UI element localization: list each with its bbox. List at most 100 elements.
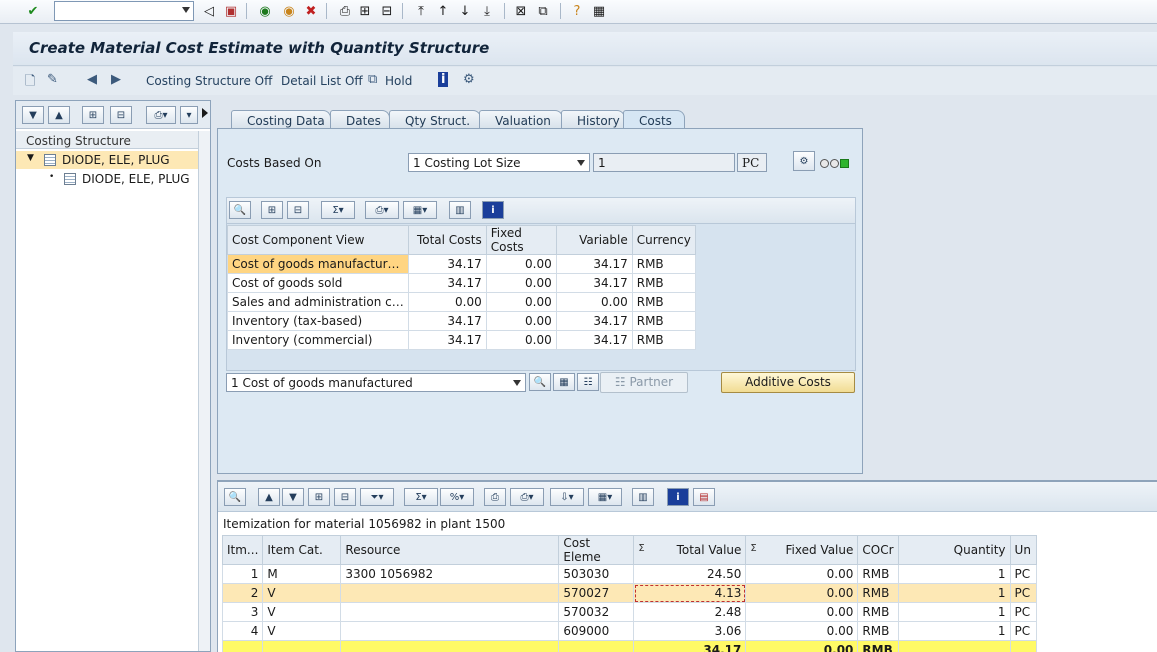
display-change-icon[interactable]: ✎ [47,72,58,87]
previous-page-icon[interactable]: ↑ [434,2,452,20]
tab-costs[interactable]: Costs [623,110,685,129]
menu-icon[interactable]: ▾ [180,106,198,124]
table-cell[interactable]: RMB [631,292,696,312]
back-arrow-icon[interactable]: ◁ [200,2,218,20]
table-cell[interactable]: 1 [897,583,1011,603]
table-cell[interactable]: 3.06 [633,621,747,641]
table-cell[interactable]: PC [1009,602,1037,622]
details-icon[interactable]: 🔍 [224,488,246,506]
table-cell[interactable]: 24.50 [633,564,747,584]
table-cell[interactable]: 1 [897,602,1011,622]
table-cell[interactable]: 2.48 [633,602,747,622]
table-cell[interactable]: 34.17 [555,311,633,331]
details-icon[interactable]: 🔍 [529,373,551,391]
vertical-scrollbar[interactable] [198,131,210,651]
column-header[interactable]: Fixed Costs [485,225,557,255]
new-session-icon[interactable]: ⊠ [512,2,530,20]
costs-based-on-select[interactable]: 1 Costing Lot Size [408,153,590,172]
table-cell[interactable]: Inventory (tax-based) [227,311,409,331]
column-header[interactable]: Resource [340,535,560,565]
sort-ascending-icon[interactable]: ▲ [258,488,280,506]
filter-icon[interactable]: ⏷▾ [360,488,394,506]
detail-list-off-button[interactable]: Detail List Off [281,74,363,88]
table-cell[interactable]: 570027 [558,583,635,603]
back-icon[interactable]: ◉ [256,2,274,20]
table-cell[interactable]: 503030 [558,564,635,584]
tab-costing-data[interactable]: Costing Data [231,110,331,129]
cancel-icon[interactable]: ✖ [302,2,320,20]
table-row[interactable]: Cost of goods sold 34.17 0.00 34.17 RMB [227,273,696,293]
table-cell[interactable]: 0.00 [407,292,487,312]
next-icon[interactable]: ▶ [111,72,121,87]
table-cell[interactable]: RMB [857,621,899,641]
currency-total-cell[interactable]: RMB [857,640,899,652]
column-header[interactable]: Cost Component View [227,225,409,255]
additive-costs-button[interactable]: Additive Costs [721,372,855,393]
table-cell[interactable]: RMB [631,311,696,331]
tab-valuation[interactable]: Valuation [479,110,563,129]
table-cell[interactable]: 2 [221,583,264,603]
previous-icon[interactable]: ◀ [87,72,97,87]
table-row[interactable]: 1 M 3300 1056982 503030 24.50 0.00 RMB 1… [221,564,1037,584]
column-header[interactable]: COCr [857,535,899,565]
table-cell[interactable]: 3300 1056982 [340,564,560,584]
export-icon[interactable]: ▦▾ [403,201,437,219]
find-icon[interactable]: ⊞ [308,488,330,506]
table-cell[interactable]: RMB [857,583,899,603]
column-header[interactable]: Item Cat. [262,535,342,565]
find-icon[interactable]: ⊞ [261,201,283,219]
tab-history[interactable]: History [561,110,625,129]
find-next-icon[interactable]: ⊟ [378,2,396,20]
column-header[interactable]: Σ Fixed Value [745,535,859,565]
subtotal-icon[interactable]: %▾ [440,488,474,506]
table-cell[interactable]: PC [1009,564,1037,584]
find-next-icon[interactable]: ⊟ [334,488,356,506]
table-row[interactable]: 3 V 570032 2.48 0.00 RMB 1 PC [221,602,1037,622]
find-icon[interactable]: ⊞ [356,2,374,20]
total-value-cell[interactable]: 34.17 [633,640,747,652]
next-page-icon[interactable]: ↓ [456,2,474,20]
chevron-down-icon[interactable] [577,160,585,166]
table-cell[interactable]: 4 [221,621,264,641]
scroll-right-icon[interactable] [202,108,208,118]
info-icon[interactable]: i [438,72,449,87]
table-cell[interactable]: 0.00 [555,292,633,312]
table-cell[interactable] [340,621,560,641]
hold-icon[interactable]: ⧉ [368,72,377,87]
table-cell[interactable]: RMB [857,602,899,622]
table-cell[interactable]: RMB [631,254,696,274]
info-icon[interactable]: i [667,488,689,506]
table-cell[interactable]: 0.00 [485,254,557,274]
table-cell[interactable]: 0.00 [745,602,859,622]
table-cell[interactable]: Sales and administration c… [227,292,409,312]
hierarchy-icon[interactable]: ☷ [577,373,599,391]
table-total-row[interactable]: 34.17 0.00 RMB [221,640,1037,652]
table-cell[interactable]: 1 [897,564,1011,584]
table-cell[interactable]: PC [1009,621,1037,641]
costing-structure-off-button[interactable]: Costing Structure Off [146,74,272,88]
tree-node-child[interactable]: • DIODE, ELE, PLUG [16,170,198,188]
table-cell[interactable]: RMB [631,273,696,293]
settings-icon[interactable]: ⚙ [793,151,815,171]
column-header[interactable]: Variable [555,225,633,255]
table-cell[interactable]: PC [1009,583,1037,603]
table-cell[interactable]: 0.00 [485,273,557,293]
enter-icon[interactable]: ✔ [24,2,42,20]
table-cell[interactable]: RMB [631,330,696,350]
help-icon[interactable]: ? [568,2,586,20]
table-cell[interactable]: 34.17 [407,254,487,274]
last-page-icon[interactable]: ⤓ [478,2,496,20]
hold-button[interactable]: Hold [385,74,412,88]
graphic-icon[interactable]: ▥ [632,488,654,506]
table-cell[interactable]: V [262,621,342,641]
expand-all-icon[interactable]: ▼ [22,106,44,124]
table-cell[interactable]: 1 [221,564,264,584]
table-row[interactable]: 4 V 609000 3.06 0.00 RMB 1 PC [221,621,1037,641]
fixed-value-total-cell[interactable]: 0.00 [745,640,859,652]
first-page-icon[interactable]: ⤒ [412,2,430,20]
print-menu-icon[interactable]: ⎙▾ [146,106,176,124]
table-cell[interactable]: 34.17 [407,311,487,331]
table-row[interactable]: Cost of goods manufactur… 34.17 0.00 34.… [227,254,696,274]
table-row[interactable]: Sales and administration c… 0.00 0.00 0.… [227,292,696,312]
shortcut-icon[interactable]: ⧉ [534,2,552,20]
